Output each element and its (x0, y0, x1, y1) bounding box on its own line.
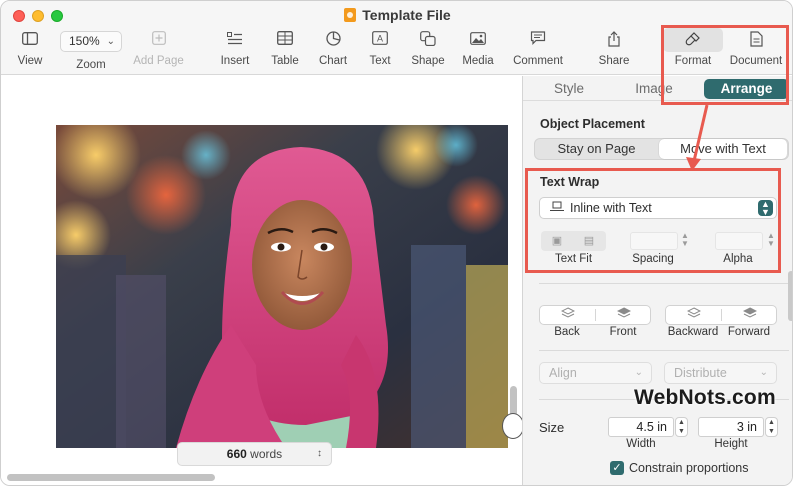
watermark: WebNots.com (634, 386, 776, 409)
annotation-arrow (686, 104, 709, 171)
pages-window: Template File View 150% ⌄ . Zoom Add Pag… (0, 0, 793, 486)
